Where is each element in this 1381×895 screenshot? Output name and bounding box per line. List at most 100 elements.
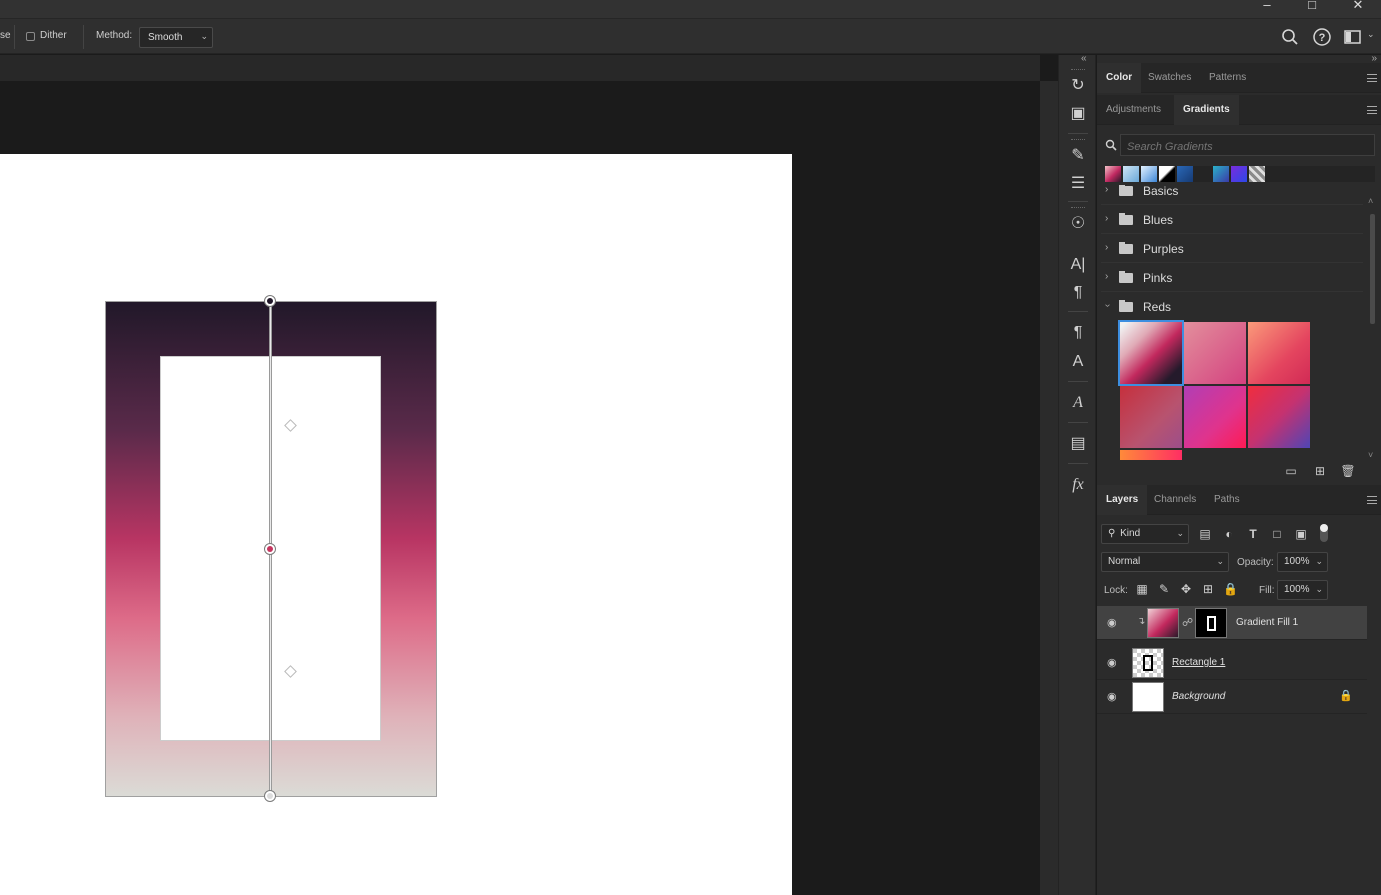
blend-mode-select[interactable]: Normal ⌄: [1101, 552, 1229, 572]
filter-pixel-icon[interactable]: ▤: [1198, 527, 1212, 541]
folder-row-basics[interactable]: › Basics: [1101, 185, 1363, 205]
gradient-tile-partial[interactable]: [1120, 450, 1182, 460]
tab-adjustments[interactable]: Adjustments: [1097, 95, 1170, 125]
glyphs-icon[interactable]: A: [1067, 392, 1089, 414]
search-icon: ⚲: [1108, 528, 1116, 539]
background-thumbnail[interactable]: [1132, 682, 1164, 712]
recent-gradient-swatch[interactable]: [1177, 166, 1193, 182]
document-vertical-scrollbar[interactable]: [1040, 81, 1058, 895]
minimize-icon[interactable]: –: [1250, 0, 1284, 16]
collapse-panels-icon[interactable]: «: [1081, 53, 1087, 64]
gradient-start-stop[interactable]: [264, 295, 276, 307]
gradient-fill-thumbnail[interactable]: [1147, 608, 1179, 638]
layer-filter-select[interactable]: ⚲ Kind ⌄: [1101, 524, 1189, 544]
lock-icon[interactable]: 🔒: [1339, 689, 1353, 702]
fill-input[interactable]: 100% ⌄: [1277, 580, 1328, 600]
tab-swatches[interactable]: Swatches: [1139, 63, 1200, 93]
canvas[interactable]: [0, 154, 792, 895]
lock-image-pixels-icon[interactable]: ✎: [1157, 582, 1171, 596]
visibility-eye-icon[interactable]: ◉: [1107, 656, 1120, 669]
tab-paths[interactable]: Paths: [1205, 485, 1249, 515]
gradients-scrollbar[interactable]: ˄ ˅: [1368, 196, 1377, 460]
recent-gradient-swatch[interactable]: [1249, 166, 1265, 182]
recent-gradient-swatch[interactable]: [1231, 166, 1247, 182]
new-gradient-icon[interactable]: ⊞: [1312, 464, 1328, 478]
brush-settings-icon[interactable]: ✎: [1067, 145, 1089, 167]
tab-color[interactable]: Color: [1097, 63, 1142, 93]
gradient-tile[interactable]: [1184, 386, 1246, 448]
opacity-input[interactable]: 100% ⌄: [1277, 552, 1328, 572]
tab-gradients[interactable]: Gradients: [1174, 95, 1239, 125]
method-select[interactable]: Smooth ⌄: [139, 27, 213, 48]
folder-row-purples[interactable]: › Purples: [1101, 235, 1363, 263]
gradient-tile[interactable]: [1120, 386, 1182, 448]
panel-menu-icon[interactable]: [1367, 106, 1377, 114]
tab-channels[interactable]: Channels: [1145, 485, 1205, 515]
filter-type-icon[interactable]: T: [1246, 527, 1260, 541]
recent-gradient-swatch[interactable]: [1123, 166, 1139, 182]
paragraph-icon[interactable]: ¶: [1067, 282, 1089, 304]
folder-row-reds[interactable]: › Reds: [1101, 293, 1363, 321]
gradient-tile-selected[interactable]: [1118, 320, 1184, 386]
filter-adjustment-icon[interactable]: ◐: [1222, 527, 1236, 541]
history-brush-icon[interactable]: ☉: [1067, 213, 1089, 235]
vector-mask-thumbnail[interactable]: [1195, 608, 1227, 638]
lock-all-icon[interactable]: 🔒: [1223, 582, 1238, 596]
visibility-eye-icon[interactable]: ◉: [1107, 616, 1120, 629]
paragraph-styles-icon[interactable]: ¶: [1067, 322, 1089, 344]
close-icon[interactable]: ✕: [1341, 0, 1375, 16]
gradient-tile[interactable]: [1248, 322, 1310, 384]
filter-toggle-icon[interactable]: [1320, 524, 1328, 542]
restore-icon[interactable]: □: [1295, 0, 1329, 16]
libraries-icon[interactable]: ▤: [1067, 433, 1089, 455]
filter-smart-object-icon[interactable]: ▣: [1294, 527, 1308, 541]
visibility-eye-icon[interactable]: ◉: [1107, 690, 1120, 703]
comments-icon[interactable]: ▣: [1067, 103, 1089, 125]
lock-artboard-icon[interactable]: ⊞: [1201, 582, 1215, 596]
scroll-thumb[interactable]: [1370, 214, 1375, 324]
help-icon[interactable]: ?: [1312, 27, 1332, 47]
gradient-folder-list: › Basics › Blues › Purples › Pinks › Red…: [1097, 185, 1367, 460]
recent-gradient-swatch[interactable]: [1213, 166, 1229, 182]
recent-gradient-swatch[interactable]: [1105, 166, 1121, 182]
recent-gradient-swatch[interactable]: [1159, 166, 1175, 182]
rect-shape: [1143, 655, 1153, 671]
search-icon[interactable]: [1280, 27, 1300, 47]
gradient-middle-stop[interactable]: [264, 543, 276, 555]
rectangle-thumbnail[interactable]: [1132, 648, 1164, 678]
gradient-end-stop[interactable]: [264, 790, 276, 802]
lock-position-icon[interactable]: ✥: [1179, 582, 1193, 596]
layer-row-gradient-fill[interactable]: ◉ ↴ ☍ Gradient Fill 1: [1097, 606, 1367, 640]
gradient-tile[interactable]: [1184, 322, 1246, 384]
dither-checkbox[interactable]: [26, 32, 35, 41]
gradients-panel-tabs: Adjustments Gradients: [1097, 95, 1381, 125]
chevron-right-icon: ›: [1105, 185, 1109, 195]
workspace-icon[interactable]: [1343, 27, 1363, 47]
panel-menu-icon[interactable]: [1367, 74, 1377, 82]
character-styles-icon[interactable]: A: [1067, 351, 1089, 373]
adjustments-sliders-icon[interactable]: ☰: [1067, 173, 1089, 195]
filter-shape-icon[interactable]: □: [1270, 527, 1284, 541]
grip-icon: [1071, 207, 1085, 209]
link-icon[interactable]: ☍: [1182, 616, 1193, 629]
folder-row-blues[interactable]: › Blues: [1101, 206, 1363, 234]
styles-fx-icon[interactable]: fx: [1067, 474, 1089, 496]
layer-row-rectangle[interactable]: ◉ Rectangle 1: [1097, 646, 1367, 680]
right-panels: » Color Swatches Patterns Adjustments Gr…: [1097, 53, 1381, 895]
lock-transparent-pixels-icon[interactable]: ▦: [1135, 582, 1149, 596]
new-group-folder-icon[interactable]: ▭: [1283, 464, 1299, 478]
folder-row-pinks[interactable]: › Pinks: [1101, 264, 1363, 292]
tab-patterns[interactable]: Patterns: [1200, 63, 1255, 93]
character-icon[interactable]: A|: [1067, 254, 1089, 276]
panel-menu-icon[interactable]: [1367, 496, 1377, 504]
gradient-tile[interactable]: [1248, 386, 1310, 448]
mask-shape: [1207, 616, 1216, 631]
tab-layers[interactable]: Layers: [1097, 485, 1148, 515]
trash-icon[interactable]: 🗑: [1340, 464, 1356, 478]
history-icon[interactable]: ↻: [1067, 75, 1089, 97]
recent-gradient-swatch[interactable]: [1141, 166, 1157, 182]
search-gradients-input[interactable]: [1120, 134, 1375, 156]
panel-tool-strip: « ↻ ▣ ✎ ☰ ☉ A| ¶ ¶ A A ▤ fx: [1058, 53, 1096, 895]
layer-row-background[interactable]: ◉ Background 🔒: [1097, 680, 1367, 714]
workspace-chevron-icon[interactable]: ⌄: [1367, 29, 1375, 40]
